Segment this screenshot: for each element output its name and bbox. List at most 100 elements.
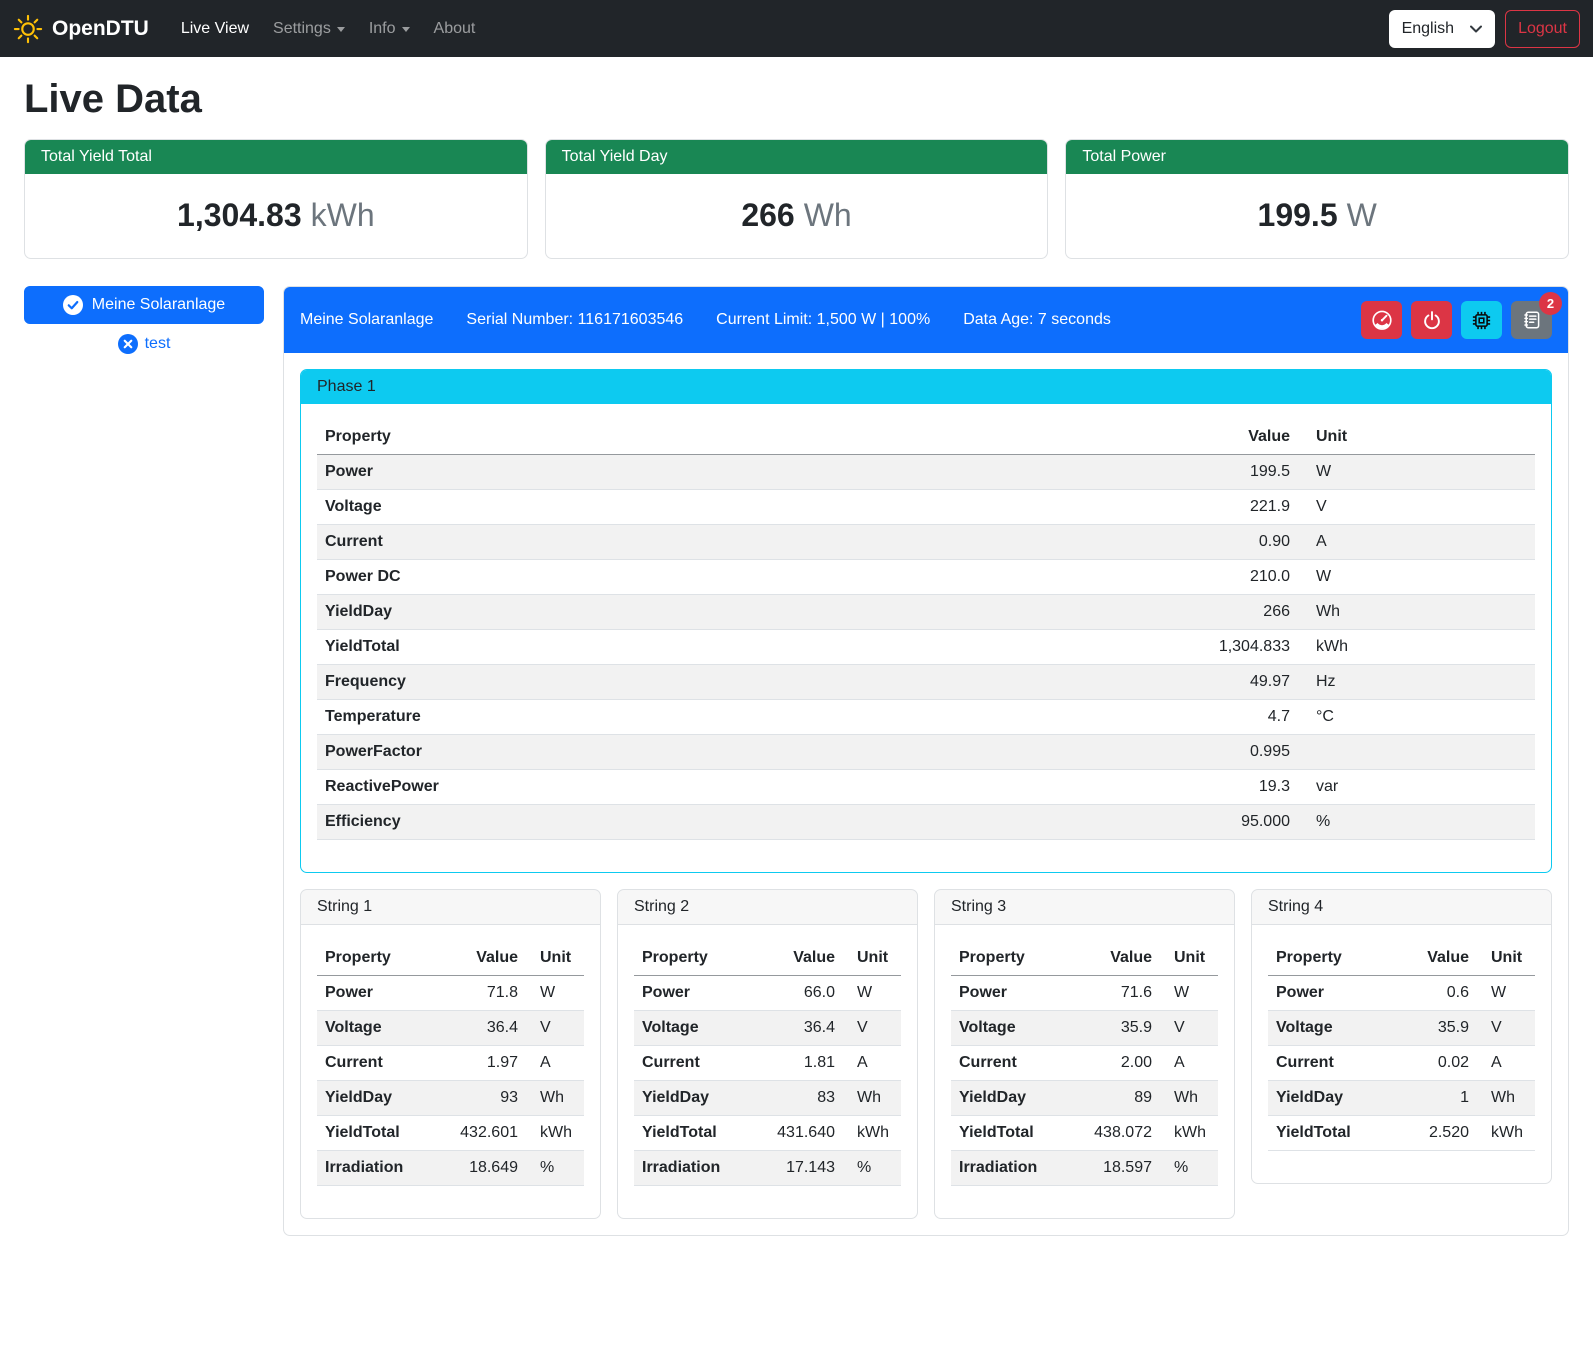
caret-down-icon <box>402 27 410 32</box>
caret-down-icon <box>337 27 345 32</box>
nav-item-label: Info <box>369 20 396 38</box>
column-value: Value <box>1074 941 1160 976</box>
unit-cell: % <box>1160 1151 1218 1186</box>
property-cell: YieldTotal <box>634 1116 757 1151</box>
string-2-title: String 2 <box>618 890 917 925</box>
x-circle-icon <box>118 334 138 354</box>
property-cell: YieldTotal <box>1268 1116 1391 1151</box>
table-row: YieldDay93Wh <box>317 1081 584 1116</box>
card-value: 266 Wh <box>546 174 1048 258</box>
strings-row: String 1 Property Value Unit <box>300 889 1552 1219</box>
value-cell: 71.8 <box>440 976 526 1011</box>
property-cell: YieldDay <box>317 595 1168 630</box>
summary-row: Total Yield Total 1,304.83kWh Total Yiel… <box>24 139 1569 259</box>
property-cell: Irradiation <box>951 1151 1074 1186</box>
unit-cell <box>1298 735 1535 770</box>
card-title: Total Yield Total <box>25 140 527 174</box>
property-cell: YieldTotal <box>951 1116 1074 1151</box>
device-info-button[interactable] <box>1461 301 1502 339</box>
inverter-item-test[interactable]: test <box>24 334 264 354</box>
property-cell: Voltage <box>951 1011 1074 1046</box>
property-cell: YieldTotal <box>317 1116 440 1151</box>
value-cell: 49.97 <box>1168 665 1298 700</box>
column-unit: Unit <box>1477 941 1535 976</box>
nav-links: Live View Settings Info About <box>169 12 488 46</box>
value-cell: 36.4 <box>440 1011 526 1046</box>
value-number: 266 <box>741 197 794 233</box>
unit-cell: % <box>526 1151 584 1186</box>
table-row: Irradiation18.649% <box>317 1151 584 1186</box>
nav-item-label: Settings <box>273 20 331 38</box>
property-cell: YieldDay <box>1268 1081 1391 1116</box>
value-cell: 0.6 <box>1391 976 1477 1011</box>
table-row: PowerFactor0.995 <box>317 735 1535 770</box>
value-cell: 1,304.833 <box>1168 630 1298 665</box>
power-icon <box>1421 309 1443 331</box>
inverter-select-button[interactable]: Meine Solaranlage <box>24 286 264 324</box>
card-total-yield-day: Total Yield Day 266Wh <box>545 139 1049 259</box>
table-row: Voltage35.9V <box>1268 1011 1535 1046</box>
unit-cell: % <box>1298 805 1535 840</box>
value-cell: 89 <box>1074 1081 1160 1116</box>
table-row: Current1.97A <box>317 1046 584 1081</box>
unit-cell: Wh <box>526 1081 584 1116</box>
table-row: Power66.0W <box>634 976 901 1011</box>
table-row: Power0.6W <box>1268 976 1535 1011</box>
value-cell: 18.597 <box>1074 1151 1160 1186</box>
string-2-table: Property Value Unit Power66.0WVoltage36.… <box>634 941 901 1186</box>
unit-cell: W <box>1160 976 1218 1011</box>
value-unit: Wh <box>804 197 852 233</box>
table-row: YieldTotal438.072kWh <box>951 1116 1218 1151</box>
nav-item-live-view[interactable]: Live View <box>173 12 257 46</box>
nav-item-about[interactable]: About <box>426 12 484 46</box>
inverter-sidebar: Meine Solaranlage test <box>24 286 264 354</box>
column-value: Value <box>757 941 843 976</box>
brand[interactable]: OpenDTU <box>13 14 149 44</box>
event-log-button[interactable]: 2 <box>1511 301 1552 339</box>
property-cell: YieldDay <box>317 1081 440 1116</box>
card-total-yield-total: Total Yield Total 1,304.83kWh <box>24 139 528 259</box>
unit-cell: W <box>843 976 901 1011</box>
unit-cell: W <box>1298 455 1535 490</box>
string-4-title: String 4 <box>1252 890 1551 925</box>
brand-label: OpenDTU <box>52 17 149 41</box>
table-row: YieldTotal2.520kWh <box>1268 1116 1535 1151</box>
table-row: YieldDay266Wh <box>317 595 1535 630</box>
property-cell: YieldDay <box>634 1081 757 1116</box>
value-number: 1,304.83 <box>177 197 302 233</box>
column-unit: Unit <box>1160 941 1218 976</box>
property-cell: Power <box>317 455 1168 490</box>
string-4-card: String 4 Property Value Unit <box>1251 889 1552 1184</box>
power-toggle-button[interactable] <box>1411 301 1452 339</box>
value-cell: 221.9 <box>1168 490 1298 525</box>
table-row: Current0.90A <box>317 525 1535 560</box>
nav-item-settings[interactable]: Settings <box>265 12 353 46</box>
property-cell: Voltage <box>1268 1011 1391 1046</box>
string-4-body: Property Value Unit Power0.6WVoltage35.9… <box>1252 925 1551 1183</box>
value-cell: 210.0 <box>1168 560 1298 595</box>
phase-1-table: Property Value Unit Power199.5WVoltage22… <box>317 420 1535 840</box>
table-row: Current1.81A <box>634 1046 901 1081</box>
unit-cell: W <box>1477 976 1535 1011</box>
string-4-table: Property Value Unit Power0.6WVoltage35.9… <box>1268 941 1535 1151</box>
property-cell: Temperature <box>317 700 1168 735</box>
limit-settings-button[interactable] <box>1361 301 1402 339</box>
unit-cell: V <box>1477 1011 1535 1046</box>
nav-item-info[interactable]: Info <box>361 12 418 46</box>
unit-cell: kWh <box>1477 1116 1535 1151</box>
logout-button[interactable]: Logout <box>1505 10 1580 48</box>
language-select[interactable]: English <box>1389 10 1495 48</box>
property-cell: Current <box>634 1046 757 1081</box>
table-header-row: Property Value Unit <box>317 941 584 976</box>
property-cell: Power <box>1268 976 1391 1011</box>
value-cell: 431.640 <box>757 1116 843 1151</box>
table-row: Voltage36.4V <box>634 1011 901 1046</box>
column-value: Value <box>1168 420 1298 455</box>
value-cell: 2.520 <box>1391 1116 1477 1151</box>
value-cell: 66.0 <box>757 976 843 1011</box>
string-1-table: Property Value Unit Power71.8WVoltage36.… <box>317 941 584 1186</box>
property-cell: Efficiency <box>317 805 1168 840</box>
column-unit: Unit <box>526 941 584 976</box>
table-row: Efficiency95.000% <box>317 805 1535 840</box>
value-cell: 199.5 <box>1168 455 1298 490</box>
